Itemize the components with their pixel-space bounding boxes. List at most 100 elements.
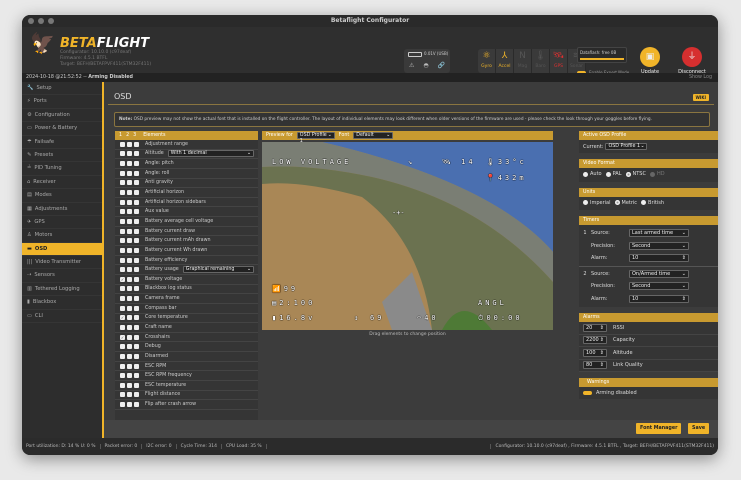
sidebar-item-pid-tuning[interactable]: ≟ PID Tuning (22, 162, 102, 176)
profile-tab-1[interactable]: 1 (119, 131, 122, 140)
profile-3-checkbox[interactable] (134, 190, 139, 196)
profile-3-checkbox[interactable] (134, 344, 139, 350)
profile-1-checkbox[interactable]: ✓ (120, 276, 125, 282)
sidebar-item-ports[interactable]: ⚡ Ports (22, 95, 102, 109)
profile-1-checkbox[interactable] (120, 180, 125, 186)
profile-1-checkbox[interactable] (120, 324, 125, 330)
sidebar-item-power-battery[interactable]: ▭ Power & Battery (22, 122, 102, 136)
sidebar-item-sensors[interactable]: ⇢ Sensors (22, 269, 102, 283)
profile-2-checkbox[interactable] (127, 402, 132, 408)
profile-3-checkbox[interactable] (134, 373, 139, 379)
profile-3-checkbox[interactable] (134, 402, 139, 408)
profile-1-checkbox[interactable] (120, 305, 125, 311)
profile-1-checkbox[interactable] (120, 257, 125, 263)
radio-hd[interactable]: HD (649, 171, 665, 177)
profile-1-checkbox[interactable] (120, 218, 125, 224)
sidebar-item-modes[interactable]: ▤ Modes (22, 189, 102, 203)
sidebar-item-video-transmitter[interactable]: ||| Video Transmitter (22, 256, 102, 270)
sidebar-item-setup[interactable]: 🔧 Setup (22, 82, 102, 96)
profile-1-checkbox[interactable] (120, 228, 125, 234)
sidebar-item-blackbox[interactable]: ▮ Blackbox (22, 296, 102, 310)
profile-3-checkbox[interactable] (134, 363, 139, 369)
profile-3-checkbox[interactable] (134, 151, 139, 157)
profile-3-checkbox[interactable] (134, 228, 139, 234)
profile-2-checkbox[interactable] (127, 141, 132, 147)
alarm-capacity-input[interactable]: 2200 ⇕ (583, 336, 607, 345)
profile-2-checkbox[interactable] (127, 151, 132, 157)
font-select[interactable]: Default ⌄ (353, 132, 394, 139)
sidebar-item-gps[interactable]: ✈ GPS (22, 216, 102, 230)
profile-3-checkbox[interactable] (134, 218, 139, 224)
profile-1-checkbox[interactable] (120, 373, 125, 379)
profile-2-checkbox[interactable] (127, 267, 132, 273)
close-window-button[interactable] (28, 18, 34, 24)
profile-1-checkbox[interactable] (120, 247, 125, 253)
profile-1-checkbox[interactable] (120, 141, 125, 147)
profile-1-checkbox[interactable] (120, 190, 125, 196)
sidebar-item-osd[interactable]: ▬ OSD (22, 242, 102, 257)
profile-1-checkbox[interactable] (120, 161, 125, 167)
profile-2-checkbox[interactable] (127, 363, 132, 369)
profile-2-checkbox[interactable] (127, 161, 132, 167)
profile-2-checkbox[interactable] (127, 218, 132, 224)
profile-3-checkbox[interactable] (134, 209, 139, 215)
profile-1-checkbox[interactable] (120, 344, 125, 350)
profile-2-checkbox[interactable] (127, 238, 132, 244)
disconnect-button[interactable]: ⏚ Disconnect (672, 47, 712, 75)
profile-1-checkbox[interactable] (120, 209, 125, 215)
profile-3-checkbox[interactable] (134, 180, 139, 186)
profile-2-checkbox[interactable] (127, 257, 132, 263)
profile-1-checkbox[interactable]: ✓ (120, 315, 125, 321)
radio-british[interactable]: British (641, 200, 664, 206)
profile-1-checkbox[interactable] (120, 382, 125, 388)
profile-1-checkbox[interactable] (120, 402, 125, 408)
timer-2-alarm-input[interactable]: 10 ⇕ (629, 294, 689, 303)
radio-metric[interactable]: Metric (614, 200, 637, 206)
profile-3-checkbox[interactable] (134, 276, 139, 282)
sidebar-item-receiver[interactable]: ⌂ Receiver (22, 176, 102, 190)
sidebar-item-presets[interactable]: ✎ Presets (22, 149, 102, 163)
profile-3-checkbox[interactable] (134, 392, 139, 398)
profile-3-checkbox[interactable] (134, 315, 139, 321)
maximize-window-button[interactable] (48, 18, 54, 24)
profile-1-checkbox[interactable] (120, 296, 125, 302)
element-variant-select[interactable]: Graphical remaining ⌄ (182, 266, 254, 274)
profile-3-checkbox[interactable] (134, 286, 139, 292)
profile-3-checkbox[interactable] (134, 353, 139, 359)
timer-2-source-select[interactable]: On/Armed time ⌄ (629, 269, 689, 278)
profile-2-checkbox[interactable] (127, 170, 132, 176)
timer-1-alarm-input[interactable]: 10 ⇕ (629, 254, 689, 263)
profile-2-checkbox[interactable] (127, 334, 132, 340)
radio-ntsc[interactable]: NTSC (625, 171, 646, 177)
profile-1-checkbox[interactable] (120, 392, 125, 398)
profile-2-checkbox[interactable] (127, 353, 132, 359)
font-manager-button[interactable]: Font Manager (636, 423, 682, 434)
profile-2-checkbox[interactable] (127, 392, 132, 398)
timer-2-precision-select[interactable]: Second ⌄ (629, 282, 689, 291)
osd-preview[interactable]: LOW VOLTAGE ↘ 🛰 14 🌡33°c 📍432m -+- 📶99 ▤… (262, 142, 553, 330)
profile-2-checkbox[interactable] (127, 209, 132, 215)
radio-auto[interactable]: Auto (583, 171, 602, 177)
profile-2-checkbox[interactable] (127, 296, 132, 302)
sidebar-item-motors[interactable]: ♙ Motors (22, 229, 102, 243)
show-log-link[interactable]: Show Log (689, 73, 712, 82)
profile-2-checkbox[interactable] (127, 305, 132, 311)
profile-2-checkbox[interactable] (127, 276, 132, 282)
sidebar-item-configuration[interactable]: ⚙ Configuration (22, 109, 102, 123)
profile-1-checkbox[interactable] (120, 151, 125, 157)
radio-pal[interactable]: PAL (605, 171, 622, 177)
profile-3-checkbox[interactable] (134, 170, 139, 176)
sidebar-item-tethered-logging[interactable]: ▥ Tethered Logging (22, 283, 102, 297)
save-button[interactable]: Save (688, 423, 710, 434)
profile-3-checkbox[interactable] (134, 334, 139, 340)
element-variant-select[interactable]: With 1 decimal ⌄ (167, 150, 254, 158)
alarm-link-quality-input[interactable]: 80 ⇕ (583, 361, 607, 370)
profile-2-checkbox[interactable] (127, 228, 132, 234)
profile-2-checkbox[interactable] (127, 180, 132, 186)
profile-3-checkbox[interactable] (134, 324, 139, 330)
profile-2-checkbox[interactable] (127, 247, 132, 253)
profile-1-checkbox[interactable]: ✓ (120, 334, 125, 340)
alarm-rssi-input[interactable]: 20 ⇕ (583, 323, 607, 332)
timer-1-precision-select[interactable]: Second ⌄ (629, 241, 689, 250)
profile-1-checkbox[interactable] (120, 363, 125, 369)
